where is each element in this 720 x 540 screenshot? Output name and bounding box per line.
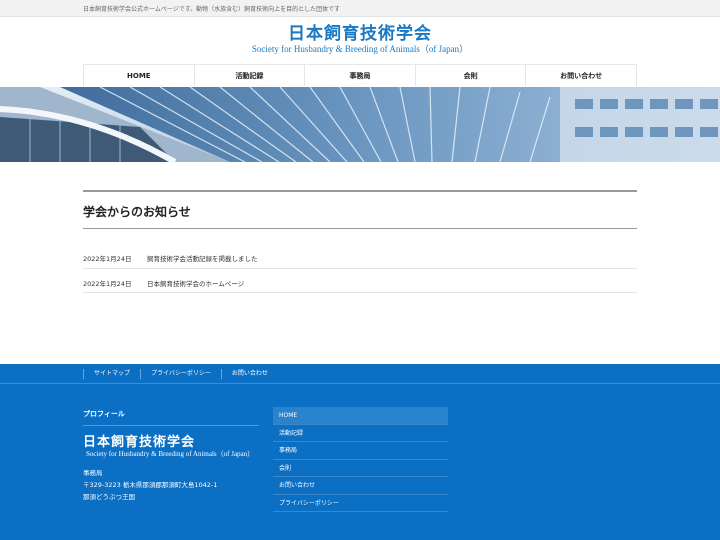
news-item[interactable]: 2022年1月24日 飼育技術学会活動記録を掲載しました bbox=[83, 244, 637, 269]
profile-heading: プロフィール bbox=[83, 409, 259, 426]
nav-bylaws[interactable]: 会則 bbox=[414, 65, 526, 86]
news-date: 2022年1月24日 bbox=[83, 255, 132, 263]
news-section-header: 学会からのお知らせ bbox=[83, 190, 637, 229]
site-footer: サイトマップ プライバシーポリシー お問い合わせ プロフィール 日本飼育技術学会… bbox=[0, 364, 720, 540]
news-section-title: 学会からのお知らせ bbox=[83, 205, 191, 219]
top-bar: 日本飼育技術学会公式ホームページです。動物（水族含む）飼育技術向上を目的とした団… bbox=[0, 0, 720, 17]
footer-menu-contact[interactable]: お問い合わせ bbox=[273, 477, 448, 495]
nav-contact[interactable]: お問い合わせ bbox=[525, 65, 637, 86]
global-nav: HOME 活動記録 事務局 会則 お問い合わせ bbox=[83, 64, 637, 86]
hero-image-building bbox=[0, 87, 720, 162]
footer-menu-privacy-policy[interactable]: プライバシーポリシー bbox=[273, 495, 448, 512]
footer-menu-secretariat[interactable]: 事務局 bbox=[273, 442, 448, 460]
footer-logo[interactable]: 日本飼育技術学会 Society for Husbandry & Breedin… bbox=[83, 435, 254, 459]
news-date: 2022年1月24日 bbox=[83, 280, 132, 288]
footer-logo-english[interactable]: Society for Husbandry & Breeding of Anim… bbox=[83, 450, 254, 459]
nav-home[interactable]: HOME bbox=[83, 65, 194, 86]
footer-nav-contact[interactable]: お問い合わせ bbox=[220, 369, 278, 379]
footer-address: 事務局 〒329-3223 栃木県那須郡那須町大島1042-1 那須どうぶつ王国 bbox=[83, 467, 217, 503]
nav-secretariat[interactable]: 事務局 bbox=[304, 65, 415, 86]
site-tagline: 日本飼育技術学会公式ホームページです。動物（水族含む）飼育技術向上を目的とした団… bbox=[83, 6, 341, 13]
news-item[interactable]: 2022年1月24日 日本飼育技術学会のホームページ bbox=[83, 269, 637, 293]
address-line: 那須どうぶつ王国 bbox=[83, 493, 135, 501]
news-title-link[interactable]: 飼育技術学会活動記録を掲載しました bbox=[147, 253, 258, 263]
footer-nav: サイトマップ プライバシーポリシー お問い合わせ bbox=[0, 364, 720, 384]
nav-activity-record[interactable]: 活動記録 bbox=[193, 65, 305, 86]
footer-nav-sitemap[interactable]: サイトマップ bbox=[83, 369, 140, 379]
footer-menu-bylaws[interactable]: 会則 bbox=[273, 460, 448, 477]
footer-menu: HOME 活動記録 事務局 会則 お問い合わせ プライバシーポリシー bbox=[273, 407, 448, 512]
news-list: 2022年1月24日 飼育技術学会活動記録を掲載しました 2022年1月24日 … bbox=[83, 244, 637, 293]
news-title-link[interactable]: 日本飼育技術学会のホームページ bbox=[147, 278, 244, 288]
footer-nav-privacy-policy[interactable]: プライバシーポリシー bbox=[140, 369, 221, 379]
footer-logo-japanese[interactable]: 日本飼育技術学会 bbox=[83, 435, 254, 450]
footer-menu-home[interactable]: HOME bbox=[273, 407, 448, 425]
site-logo-english[interactable]: Society for Husbandry & Breeding of Anim… bbox=[0, 44, 720, 54]
address-line: 事務局 bbox=[83, 469, 103, 477]
site-logo-japanese[interactable]: 日本飼育技術学会 bbox=[0, 24, 720, 44]
address-line: 〒329-3223 栃木県那須郡那須町大島1042-1 bbox=[83, 481, 218, 489]
site-logo[interactable]: 日本飼育技術学会 Society for Husbandry & Breedin… bbox=[0, 24, 720, 54]
footer-menu-activity-record[interactable]: 活動記録 bbox=[273, 425, 448, 442]
